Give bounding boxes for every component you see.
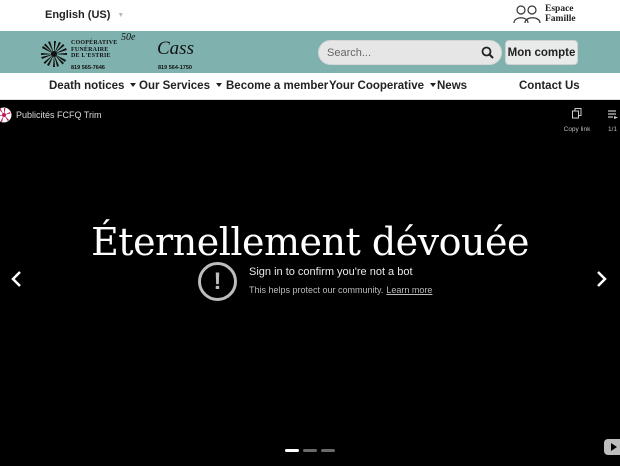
cass-logo[interactable]: Cass: [157, 38, 194, 60]
coop-name-line1: COOPÉRATIVE: [71, 40, 118, 46]
search-box: [318, 40, 502, 65]
anniversary-badge: 50e: [121, 32, 136, 43]
copy-link-label: Copy link: [563, 126, 591, 133]
language-label: English (US): [45, 9, 111, 21]
coop-name-line3: DE L'ESTRIE: [71, 53, 111, 59]
nav-news[interactable]: News: [437, 80, 467, 92]
slide-indicator[interactable]: [321, 449, 335, 452]
caret-down-icon: [430, 82, 436, 87]
chevron-down-icon: ▼: [117, 11, 125, 19]
chevron-right-icon: [597, 271, 607, 287]
espace-famille-link[interactable]: Espace Famille: [513, 4, 576, 24]
video-title[interactable]: Publicités FCFQ Trim: [16, 110, 102, 120]
nav-become-member[interactable]: Become a member: [226, 80, 328, 92]
copy-icon: [572, 108, 582, 119]
nav-death-notices[interactable]: Death notices: [49, 80, 137, 92]
prev-slide-button[interactable]: [10, 270, 22, 293]
slide-indicator[interactable]: [285, 449, 299, 452]
nav-our-services[interactable]: Our Services: [139, 80, 222, 92]
playlist-button[interactable]: 1/1: [605, 106, 620, 133]
my-account-button[interactable]: Mon compte: [505, 40, 578, 65]
copy-link-button[interactable]: Copy link: [561, 106, 593, 133]
youtube-play-icon[interactable]: [604, 439, 620, 455]
next-slide-button[interactable]: [596, 270, 608, 293]
nav-your-cooperative-label: Your Cooperative: [329, 80, 424, 92]
bot-check-title: Sign in to confirm you're not a bot: [249, 266, 413, 278]
coop-phone: 819 565-7646: [71, 65, 105, 71]
hero-slogan: Éternellement dévouée: [91, 220, 529, 264]
bot-check-subtitle-text: This helps protect our community.: [249, 285, 384, 295]
caret-down-icon: [215, 82, 222, 87]
flower-logo-icon: [41, 41, 67, 67]
espace-famille-line2: Famille: [545, 14, 576, 24]
channel-avatar-icon[interactable]: [0, 107, 12, 123]
cass-phone: 819 564-1750: [158, 65, 192, 71]
search-icon[interactable]: [481, 46, 494, 64]
bot-check-subtitle: This helps protect our community. Learn m…: [249, 285, 432, 295]
nav-contact[interactable]: Contact Us: [519, 80, 580, 92]
brand-bar: COOPÉRATIVE FUNÉRAIRE DE L'ESTRIE 819 56…: [0, 31, 620, 73]
coop-name: COOPÉRATIVE FUNÉRAIRE DE L'ESTRIE: [71, 40, 117, 60]
language-selector[interactable]: English (US) ▼: [45, 9, 124, 21]
playlist-count: 1/1: [607, 126, 618, 133]
chevron-left-icon: [11, 271, 21, 287]
search-input[interactable]: [327, 45, 477, 61]
top-bar: English (US) ▼ Espace Famille: [0, 0, 620, 31]
learn-more-link[interactable]: Learn more: [386, 285, 432, 295]
nav-become-member-label: Become a member: [226, 80, 329, 92]
alert-icon: !: [198, 262, 237, 301]
nav-contact-label: Contact Us: [519, 80, 580, 92]
espace-famille-line1: Espace: [545, 4, 574, 14]
caret-down-icon: [130, 82, 137, 87]
family-icon: [513, 5, 541, 24]
playlist-icon: [607, 110, 618, 119]
slide-indicators: [285, 449, 335, 452]
main-nav: Death notices Our Services Become a memb…: [0, 73, 620, 100]
nav-death-notices-label: Death notices: [49, 80, 125, 92]
nav-news-label: News: [437, 80, 468, 92]
nav-our-services-label: Our Services: [139, 80, 210, 92]
nav-your-cooperative[interactable]: Your Cooperative: [329, 80, 436, 92]
video-embed[interactable]: Publicités FCFQ Trim Copy link 1/1 Étern…: [0, 100, 620, 466]
slide-indicator[interactable]: [303, 449, 317, 452]
